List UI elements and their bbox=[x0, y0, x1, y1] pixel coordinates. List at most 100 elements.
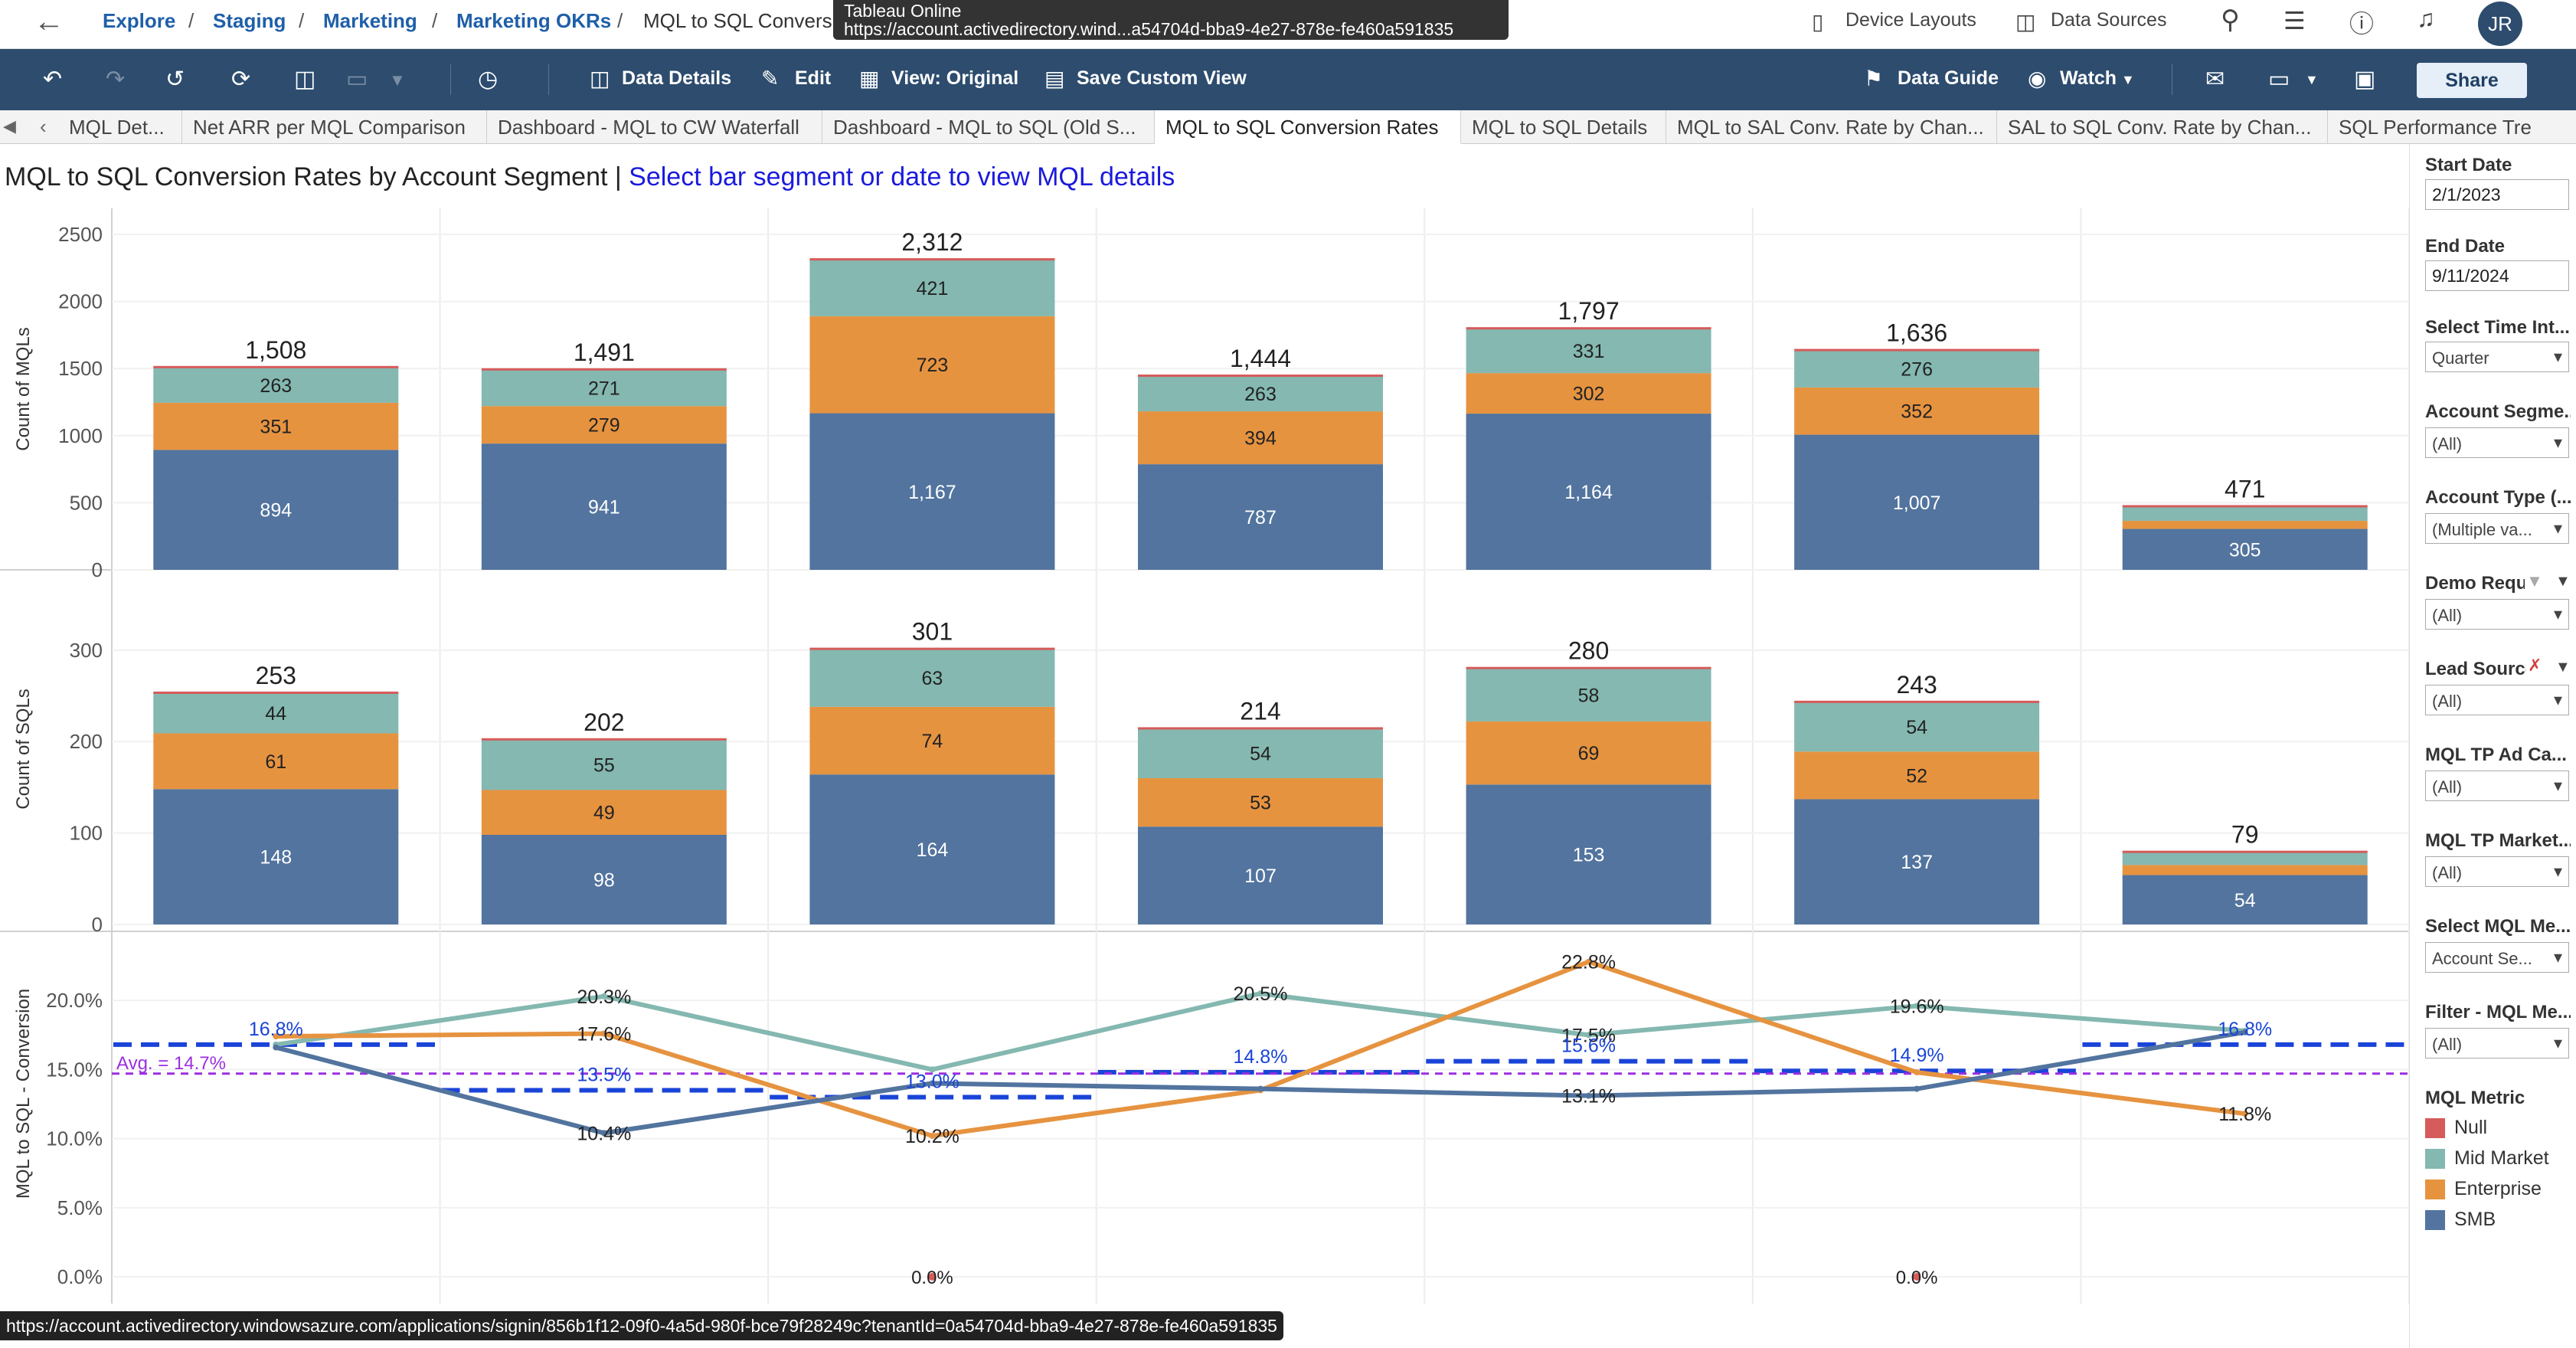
account-segment-select[interactable]: (All) bbox=[2425, 427, 2569, 458]
chevron-down-icon[interactable]: ▼ bbox=[2305, 72, 2319, 88]
fullscreen-icon[interactable]: ▣ bbox=[2354, 66, 2375, 93]
legend-item-null[interactable]: Null bbox=[2425, 1117, 2487, 1139]
bar-segment-label: 54 bbox=[1250, 744, 1271, 765]
period-rate-label: 13.0% bbox=[905, 1071, 959, 1092]
data-guide-button[interactable]: Data Guide bbox=[1898, 67, 1999, 90]
filter-funnel-icon[interactable]: ▼ bbox=[2526, 571, 2543, 591]
bar-segment-null bbox=[1138, 727, 1383, 730]
clear-filter-icon[interactable]: ✗ bbox=[2528, 656, 2542, 676]
metrics-gauge-icon[interactable]: ◷ bbox=[478, 66, 498, 93]
legend-swatch bbox=[2425, 1149, 2445, 1170]
tab-mql-to-sql-details[interactable]: MQL to SQL Details bbox=[1461, 110, 1666, 144]
bar-segment-mid-market bbox=[2122, 852, 2368, 865]
breadcrumb-explore[interactable]: Explore bbox=[103, 9, 175, 33]
lead-source-select[interactable]: (All) bbox=[2425, 685, 2569, 715]
tab-sal-to-sql[interactable]: SAL to SQL Conv. Rate by Chan... bbox=[1997, 110, 2328, 144]
redo-icon[interactable]: ↷ bbox=[106, 66, 125, 93]
tab-sql-performance[interactable]: SQL Performance Tre bbox=[2328, 110, 2576, 144]
device-icon[interactable]: ▯ bbox=[1812, 9, 1823, 34]
end-date-field[interactable]: 9/11/2024 bbox=[2425, 260, 2569, 291]
y-tick-label: 100 bbox=[70, 822, 103, 845]
undo-icon[interactable]: ↶ bbox=[43, 66, 62, 93]
chevron-down-icon[interactable]: ▼ bbox=[2121, 72, 2135, 88]
notification-bell-icon[interactable]: ♫ bbox=[2417, 5, 2435, 33]
mql-metric-select[interactable]: Account Se... bbox=[2425, 942, 2569, 973]
pause-updates-icon[interactable]: ◫ bbox=[294, 66, 315, 93]
bar-segment-label: 69 bbox=[1578, 743, 1600, 764]
bar-segment-label: 58 bbox=[1578, 685, 1600, 706]
tab-mql-to-sql-old[interactable]: Dashboard - MQL to SQL (Old S... bbox=[822, 110, 1155, 144]
bar-segment-label: 61 bbox=[265, 751, 286, 773]
tab-cw-waterfall[interactable]: Dashboard - MQL to CW Waterfall bbox=[487, 110, 822, 144]
bar-segment-label: 53 bbox=[1250, 793, 1271, 814]
breadcrumb-staging[interactable]: Staging bbox=[213, 9, 286, 33]
tab-scroll-left-icon[interactable]: ◀ bbox=[3, 116, 16, 136]
time-interval-select[interactable]: Quarter bbox=[2425, 342, 2569, 372]
comments-icon[interactable]: ✉ bbox=[2205, 66, 2225, 93]
download-icon[interactable]: ▭ bbox=[2268, 66, 2290, 93]
edit-button[interactable]: Edit bbox=[795, 67, 831, 90]
view-original-button[interactable]: View: Original bbox=[891, 67, 1018, 90]
tp-market-select[interactable]: (All) bbox=[2425, 856, 2569, 887]
legend-item-mid-market[interactable]: Mid Market bbox=[2425, 1147, 2549, 1170]
tp-ad-label: MQL TP Ad Ca... bbox=[2425, 744, 2567, 765]
legend-swatch bbox=[2425, 1180, 2445, 1200]
data-details-button[interactable]: Data Details bbox=[622, 67, 731, 90]
y-tick-label: 500 bbox=[70, 491, 103, 514]
data-sources-button[interactable]: Data Sources bbox=[2051, 9, 2166, 31]
help-icon[interactable]: ⓘ bbox=[2349, 5, 2374, 40]
chevron-down-icon[interactable]: ▼ bbox=[2555, 573, 2571, 591]
dashboard-charts: 05001000150020002500Count of MQLs8943512… bbox=[0, 208, 2409, 1311]
bar-segment-label: 302 bbox=[1573, 384, 1605, 405]
bar-total-label: 214 bbox=[1240, 697, 1280, 725]
save-view-icon: ▤ bbox=[1044, 67, 1065, 90]
breadcrumb-marketing-okrs[interactable]: Marketing OKRs bbox=[456, 9, 611, 33]
device-layouts-button[interactable]: Device Layouts bbox=[1845, 9, 1976, 31]
notes-icon[interactable]: ☰ bbox=[2283, 6, 2306, 35]
breadcrumb-marketing[interactable]: Marketing bbox=[323, 9, 417, 33]
revert-icon[interactable]: ↺ bbox=[165, 66, 185, 93]
start-date-field[interactable]: 2/1/2023 bbox=[2425, 179, 2569, 210]
legend-swatch bbox=[2425, 1210, 2445, 1231]
tp-ad-select[interactable]: (All) bbox=[2425, 771, 2569, 801]
line-point-label: 20.3% bbox=[577, 986, 631, 1008]
y-tick-label: 2000 bbox=[58, 290, 103, 313]
database-icon[interactable]: ◫ bbox=[2015, 9, 2035, 34]
back-arrow-icon[interactable]: ← bbox=[34, 5, 64, 39]
account-type-select[interactable]: (Multiple va... bbox=[2425, 513, 2569, 544]
bar-segment-label: 54 bbox=[1906, 717, 1927, 738]
filter-mql-select[interactable]: (All) bbox=[2425, 1028, 2569, 1058]
demo-request-select[interactable]: (All) bbox=[2425, 599, 2569, 630]
watch-button[interactable]: Watch bbox=[2060, 67, 2117, 90]
bar-segment-label: 153 bbox=[1573, 845, 1605, 866]
tab-prev-icon[interactable]: ‹ bbox=[40, 115, 47, 139]
bar-segment-label: 351 bbox=[260, 417, 292, 438]
share-button[interactable]: Share bbox=[2417, 63, 2527, 98]
dashboard-title-hint: Select bar segment or date to view MQL d… bbox=[629, 162, 1175, 191]
tab-mql-to-sql-conversion[interactable]: MQL to SQL Conversion Rates bbox=[1155, 110, 1461, 144]
search-icon[interactable]: ⚲ bbox=[2221, 5, 2240, 35]
period-rate-label: 16.8% bbox=[249, 1019, 303, 1040]
tab-mql-to-sal[interactable]: MQL to SAL Conv. Rate by Chan... bbox=[1666, 110, 1997, 144]
legend-label: Enterprise bbox=[2454, 1178, 2542, 1199]
tab-mql-details[interactable]: MQL Det... bbox=[58, 110, 182, 144]
bar-segment-label: 54 bbox=[2234, 890, 2256, 911]
presentation-icon[interactable]: ▭ bbox=[346, 66, 368, 93]
avatar[interactable]: JR bbox=[2478, 2, 2522, 46]
refresh-icon[interactable]: ⟳ bbox=[231, 66, 250, 93]
save-custom-view-button[interactable]: Save Custom View bbox=[1077, 67, 1247, 90]
tab-net-arr[interactable]: Net ARR per MQL Comparison bbox=[182, 110, 487, 144]
y-tick-label: 20.0% bbox=[46, 989, 103, 1012]
bar-segment-null bbox=[809, 258, 1055, 261]
tooltip-url: https://account.activedirectory.wind...a… bbox=[844, 19, 1454, 39]
legend-label: SMB bbox=[2454, 1209, 2496, 1230]
bar-segment-label: 941 bbox=[588, 497, 620, 519]
legend-item-enterprise[interactable]: Enterprise bbox=[2425, 1178, 2542, 1200]
chevron-down-icon[interactable]: ▼ bbox=[2555, 659, 2571, 676]
chevron-down-icon[interactable]: ▼ bbox=[389, 70, 406, 90]
y-tick-label: 1500 bbox=[58, 357, 103, 380]
bar-segment-label: 148 bbox=[260, 847, 292, 869]
share-label: Share bbox=[2445, 70, 2499, 91]
legend-item-smb[interactable]: SMB bbox=[2425, 1209, 2496, 1231]
legend-swatch bbox=[2425, 1118, 2445, 1139]
